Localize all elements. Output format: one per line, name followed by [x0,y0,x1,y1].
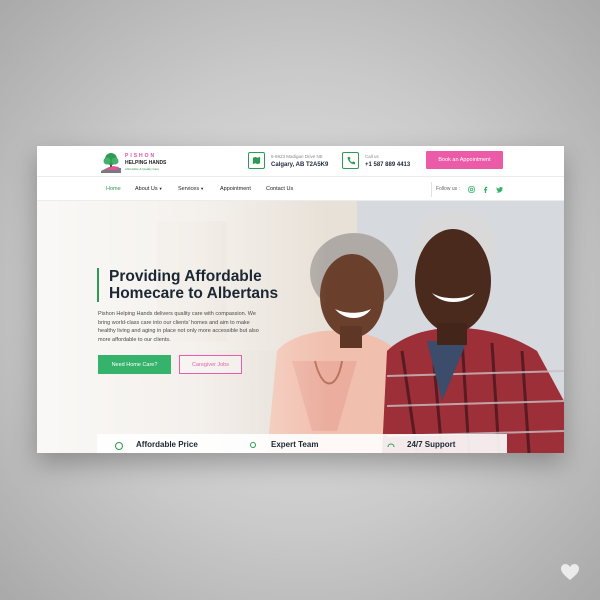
tree-logo-icon [101,153,121,173]
nav-item-services[interactable]: Services▼ [178,186,204,192]
brand-tagline: Affordable & Quality Care [125,167,159,171]
main-nav: Home About Us▼ Services▼ Appointment Con… [37,176,564,201]
features-bar: Affordable Price Expert Team 24/7 Suppor… [97,434,507,453]
coins-icon [115,442,123,450]
nav-item-label: Appointment [220,186,251,192]
brand-name-line2: HELPING HANDS [125,160,167,166]
address-line2: Calgary, AB T2A5K9 [271,162,329,168]
brand-name-line1: PISHON [125,153,157,159]
feature-title: Expert Team [271,440,319,449]
website-screenshot: PISHON HELPING HANDS Affordable & Qualit… [37,146,564,453]
heart-icon [561,564,579,580]
twitter-icon[interactable] [495,185,503,193]
call-label: Call us [365,154,379,159]
nav-item-label: About Us [135,186,158,192]
instagram-icon[interactable] [467,185,475,193]
hero-title: Providing Affordable Homecare to Alberta… [109,268,279,302]
hero-description: Pishon Helping Hands delivers quality ca… [98,311,259,343]
phone-icon [342,152,359,169]
chevron-down-icon: ▼ [158,186,163,191]
feature-title: Affordable Price [136,440,198,449]
chevron-down-icon: ▼ [200,186,205,191]
nav-item-label: Home [106,186,121,192]
book-appointment-button[interactable]: Book an Appointment [426,151,503,169]
nav-item-home[interactable]: Home [106,186,121,192]
phone-number[interactable]: +1 587 889 4413 [365,162,410,168]
facebook-icon[interactable] [481,185,489,193]
header-top: PISHON HELPING HANDS Affordable & Qualit… [37,146,564,176]
hero-section: Providing Affordable Homecare to Alberta… [37,201,564,453]
support-icon [387,443,395,448]
feature-title: 24/7 Support [407,440,456,449]
nav-item-about-us[interactable]: About Us▼ [135,186,163,192]
caregiver-jobs-button[interactable]: Caregiver Jobs [179,355,242,374]
nav-item-label: Contact Us [266,186,294,192]
team-icon [250,442,256,448]
address-line1: 5-6923 Madigan Drive NE [271,154,323,159]
nav-item-label: Services [178,186,200,192]
divider [431,182,432,197]
follow-us-label: Follow us : [436,186,460,192]
title-accent-bar [97,268,99,302]
logo[interactable]: PISHON HELPING HANDS Affordable & Qualit… [99,151,179,175]
nav-item-appointment[interactable]: Appointment [220,186,251,192]
need-home-care-button[interactable]: Need Home Care? [98,355,171,374]
nav-item-contact-us[interactable]: Contact Us [266,186,293,192]
map-icon [248,152,265,169]
